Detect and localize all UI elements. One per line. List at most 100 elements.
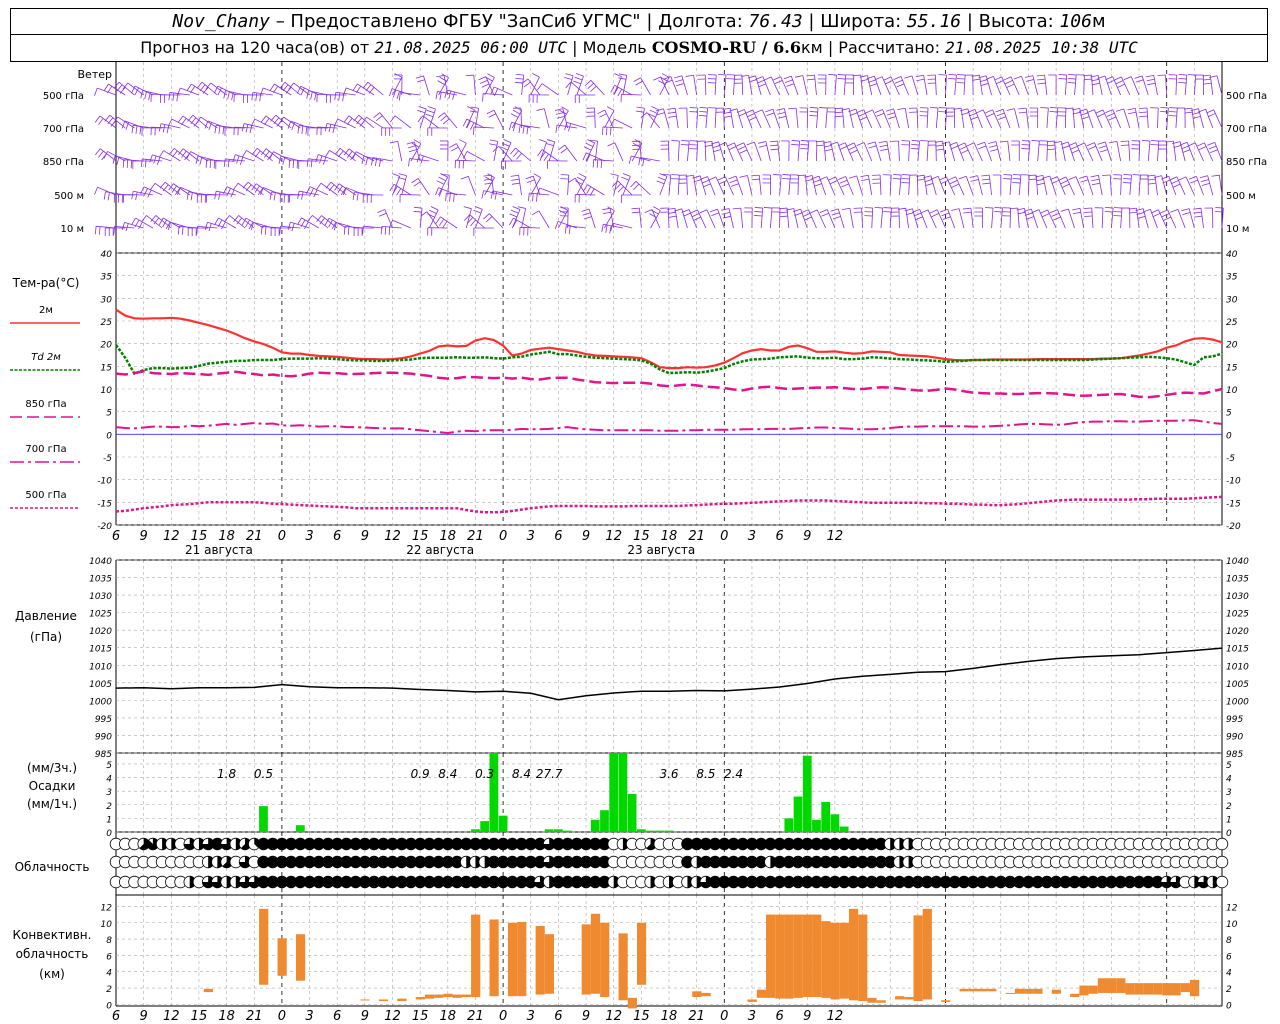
wind-barb [1187,142,1204,162]
wind-barb-shaft [934,75,937,96]
wind-barb [809,107,819,129]
wind-barb [920,140,929,162]
wind-barb [1102,174,1112,196]
wind-barb-feather [948,73,957,76]
wind-barb [1083,74,1094,96]
conv-cloud-bar [904,997,914,1000]
conv-cloud-bar [397,998,407,1002]
wind-barb-feather [728,146,737,151]
wind-barb [510,147,532,162]
hour-tick-label-bottom: 9 [361,1009,369,1024]
wind-barb-feather [701,179,710,184]
wind-barb [558,206,569,229]
wind-barb-feather [536,108,545,111]
wind-barb-feather [437,112,445,119]
date-label: 22 августа [406,543,474,557]
wind-barb-feather [98,118,104,126]
wind-barb-feather [514,81,523,84]
wind-barb-shaft [440,216,458,229]
wind-barb [224,215,246,229]
wind-barb-feather [1058,78,1067,80]
wind-barb-feather [508,122,512,131]
wind-barb-feather [1135,79,1144,83]
wind-barb-shaft [1047,209,1057,229]
wind-barb [678,107,688,129]
wind-barb-feather [698,114,707,117]
wind-barb-feather [582,184,588,192]
wind-barb-shaft [786,208,790,229]
wind-barb-feather [546,139,555,143]
conv-cloud-bar [922,908,932,1000]
wind-barb-shaft [1129,175,1132,196]
pres-ytick: 1005 [89,680,112,690]
wind-barb-shaft [1123,108,1131,129]
wind-barb [315,154,338,165]
wind-barb-feather [1024,212,1033,216]
wind-barb-feather [1122,181,1131,184]
wind-barb-feather [875,109,883,113]
hour-tick-label-bottom: 3 [748,1009,756,1024]
wind-barb-shaft [423,75,430,96]
wind-barb-feather [365,157,369,166]
wind-barb-feather [427,106,436,110]
wind-barb [1105,76,1121,96]
wind-barb [437,112,458,129]
wind-barb-feather [1072,111,1081,115]
conv-cloud-bar [1153,983,1163,995]
wind-barb-shaft [1121,76,1131,96]
wind-level-label-right: 700 гПа [1226,124,1267,135]
wind-barb [1023,208,1039,229]
wind-barb-feather [587,82,594,89]
wind-barb-shaft [1101,207,1104,229]
wind-barb [1206,109,1223,129]
wind-barb-feather [994,207,1003,209]
wind-barb [1172,141,1186,162]
wind-barb [324,150,347,162]
wind-barb-feather [459,139,467,144]
wind-barb [964,74,974,96]
wind-barb-feather [1097,141,1106,145]
wind-barb-feather [568,226,571,235]
precip-bar [295,825,305,832]
wind-barb-feather [638,157,641,166]
wind-barb [1150,209,1168,229]
wind-barb [411,178,430,196]
wind-title: Ветер [78,68,112,81]
wind-barb-shaft [1154,175,1158,196]
wind-barb-feather [885,108,894,112]
wind-barb-feather [227,159,230,168]
conv-cloud-bar [987,988,997,992]
conv-title-2: облачность [16,947,89,961]
wind-barb-feather [676,83,685,87]
wind-barb-feather [413,210,422,213]
precip-sum-label: 8.4 [512,767,531,781]
wind-barb-feather [533,173,541,178]
pres-ytick: 990 [95,732,112,742]
wind-barb [830,208,845,229]
wind-barb-feather [1060,208,1069,212]
wind-barb [610,222,633,232]
wind-barb-shaft [206,194,227,196]
wind-barb-shaft [587,184,605,196]
conv-title-1: Конвективн. [13,928,92,942]
wind-barb-feather [389,184,395,192]
wind-barb-shaft [816,209,827,229]
wind-barb-shaft [493,141,499,162]
hour-tick-label: 15 [633,529,650,544]
wind-barb-shaft [255,183,273,196]
wind-barb-feather [581,208,590,212]
wind-barb-feather [316,182,322,190]
wind-barb [536,108,550,129]
wind-barb [707,74,717,96]
hour-tick-label: 21 [246,529,263,544]
wind-barb-feather [425,113,434,117]
wind-barb-feather [769,140,778,143]
prec-ytick: 4 [106,775,112,785]
wind-barb-feather [788,107,797,110]
wind-barb-shaft [837,208,845,229]
wind-barb-shaft [621,93,642,96]
wind-barb-feather [199,84,206,92]
wind-barb [710,141,725,162]
wind-barb-feather [990,148,999,152]
wind-barb [874,206,884,229]
